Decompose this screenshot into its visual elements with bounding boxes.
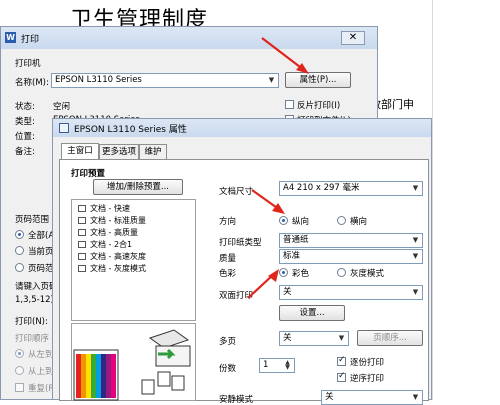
arrow-to-color [247, 269, 279, 299]
annotation-arrows [247, 37, 309, 299]
arrow-to-portrait [251, 189, 285, 214]
arrow-to-properties [261, 37, 309, 74]
